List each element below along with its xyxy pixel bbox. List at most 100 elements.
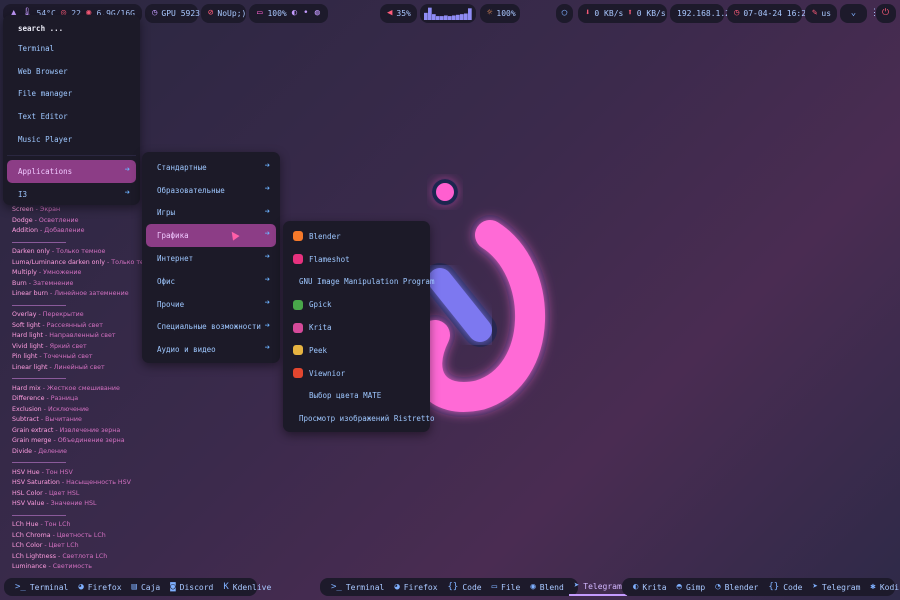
volume-widget[interactable]: ◀ 35% [380,4,417,23]
menu-item-file-manager[interactable]: File manager [7,83,136,106]
terminal-icon: >_ [331,581,342,592]
taskbar-label: Code [462,582,482,592]
tray-toggle[interactable]: ⌄ [840,4,867,23]
taskbar-item-kodi[interactable]: ✱ Kodi [865,578,900,596]
blend-mode-name: HSL Color [12,489,43,497]
taskbar-label: Blender [724,582,759,592]
blend-mode-row: Subtract - Вычитание [12,415,192,426]
blend-mode-translation: - Цвет HSL [42,489,80,497]
blend-mode-name: Linear light [12,363,48,371]
taskbar-item-blender[interactable]: ◔ Blender [710,578,763,596]
taskbar-item-caja[interactable]: ▤ Caja [127,578,166,596]
taskbar-item-code[interactable]: {} Code [443,578,487,596]
moon-icon[interactable]: ◐ [291,8,298,19]
app-item[interactable]: Krita [287,316,426,339]
category-item[interactable]: Специальные возможности ➔ [146,316,276,339]
network-widget[interactable]: ◯ [556,4,573,23]
net-speed: ⬇ 0 KB/s ⬆ 0 KB/s [578,4,667,23]
app-item[interactable]: GNU Image Manipulation Program [287,271,434,294]
menu-item-web-browser[interactable]: Web Browser [7,60,136,83]
menu-item-text-editor[interactable]: Text Editor [7,105,136,128]
taskbar-item-terminal[interactable]: >_ Terminal [10,578,73,596]
blend-mode-translation: - Светлота LCh [56,552,108,560]
updates-widget[interactable]: ⊘ NoUp;) [201,4,246,23]
category-item[interactable]: Стандартные ➔ [146,156,276,179]
gimp-icon: ◓ [676,581,682,592]
gpu-widget[interactable]: ◷ GPU 5923 [145,4,200,23]
blend-mode-name: Addition [12,227,39,234]
category-label: Игры [157,208,176,218]
blend-mode-row: LCh Hue - Тон LCh [12,520,192,531]
divider [12,373,192,384]
category-item[interactable]: Игры ➔ [146,202,276,225]
menu-item-label: File manager [18,89,73,99]
taskbar-item-gimp[interactable]: ◓ Gimp [672,578,711,596]
app-item[interactable]: Peek [287,339,426,362]
taskbar-item-discord[interactable]: ◙ Discord [165,578,218,596]
taskbar-item-terminal[interactable]: >_ Terminal [326,578,389,596]
blend-mode-translation: - Насыщенность HSV [59,479,131,486]
taskbar-item-file[interactable]: ▭ File [487,578,526,596]
category-item[interactable]: Образовательные ➔ [146,179,276,202]
taskbar-item-firefox[interactable]: ◕ Firefox [389,578,442,596]
net-up: 0 KB/s [636,9,666,18]
battery-widget[interactable]: ▭ 100% ◐ • ◍ [249,4,328,23]
blend-mode-name: Pin light [12,353,38,360]
menu-item-applications[interactable]: Applications ➔ [7,159,136,183]
graphics-apps-submenu: Blender Flameshot GNU Image Manipulation P… [283,221,434,432]
taskbar-item-krita[interactable]: ◐ Krita [628,578,672,596]
keyboard-layout-widget[interactable]: ✎ us [805,4,837,23]
category-item[interactable]: Аудио и видео ➔ [146,338,276,361]
blend-mode-row: LCh Color - Цвет LCh [12,541,192,552]
app-item[interactable]: Blender [287,225,426,248]
category-label: Офис [157,276,176,286]
cpu-graph-bar [424,12,428,20]
menu-item-music-player[interactable]: Music Player [7,128,136,151]
taskbar-item-telegram[interactable]: ➤ Telegram [807,578,865,596]
search-input[interactable]: search ... [7,19,136,37]
taskbar-label: Blend [539,582,564,592]
blend-mode-translation: - Экран [33,206,61,213]
menu-item-terminal[interactable]: Terminal [7,37,136,60]
arrow-right-icon: ➔ [264,229,270,240]
divider [12,510,192,521]
app-item[interactable]: Flameshot [287,248,426,271]
taskbar-item-telegram[interactable]: ➤ Telegram [568,578,627,596]
bluetooth-icon[interactable]: ◍ [314,8,321,19]
datetime: 07-04-24 16:20 [743,9,811,18]
app-item[interactable]: Gpick [287,293,426,316]
telegram-icon: ➤ [812,581,818,592]
brightness-widget[interactable]: ☼ 100% [480,4,520,23]
taskbar-item-firefox[interactable]: ◕ Firefox [73,578,126,596]
app-item[interactable]: Viewnior [287,362,426,385]
category-item[interactable]: Офис ➔ [146,270,276,293]
taskbar-item-code[interactable]: {} Code [763,578,807,596]
blend-mode-name: HSV Hue [12,468,40,476]
app-item[interactable]: Просмотр изображений Ristretto [287,407,434,430]
power-button[interactable]: ⏻ [876,4,896,23]
app-label: Viewnior [309,368,346,378]
blend-mode-row: HSV Hue - Тон HSV [12,468,192,479]
app-icon [293,368,303,379]
blend-mode-translation: - Линейный свет [47,363,105,371]
blend-mode-translation: - Значение HSL [44,500,97,507]
blend-mode-translation: - Перекрытие [36,311,84,318]
taskbar-item-kdenlive[interactable]: K Kdenlive [218,578,276,596]
blend-mode-name: Grain extract [12,426,54,434]
taskbar-item-blend[interactable]: ◉ Blend [525,578,569,596]
blend-mode-translation: - Цветность LCh [50,531,106,539]
blend-mode-translation: - Добавление [38,227,85,234]
launcher-menu: search ... Terminal Web Browser File manag… [3,15,140,205]
clock-widget[interactable]: ◷ 07-04-24 16:20 [727,4,811,23]
app-item[interactable]: Выбор цвета MATE [287,385,426,408]
blend-mode-translation: - Разница [44,395,79,402]
menu-item-label: Music Player [18,135,73,145]
menu-item-i3[interactable]: I3 ➔ [7,183,136,206]
arrow-right-icon: ➔ [264,183,270,194]
category-item[interactable]: Графика ➔ [146,224,276,248]
categories-submenu: Стандартные ➔ Образовательные ➔ Игры ➔ Графика… [142,152,280,363]
blend-mode-name: LCh Chroma [12,531,51,539]
upload-icon: ⬆ [627,8,633,18]
category-item[interactable]: Прочие ➔ [146,293,276,316]
category-item[interactable]: Интернет ➔ [146,247,276,270]
